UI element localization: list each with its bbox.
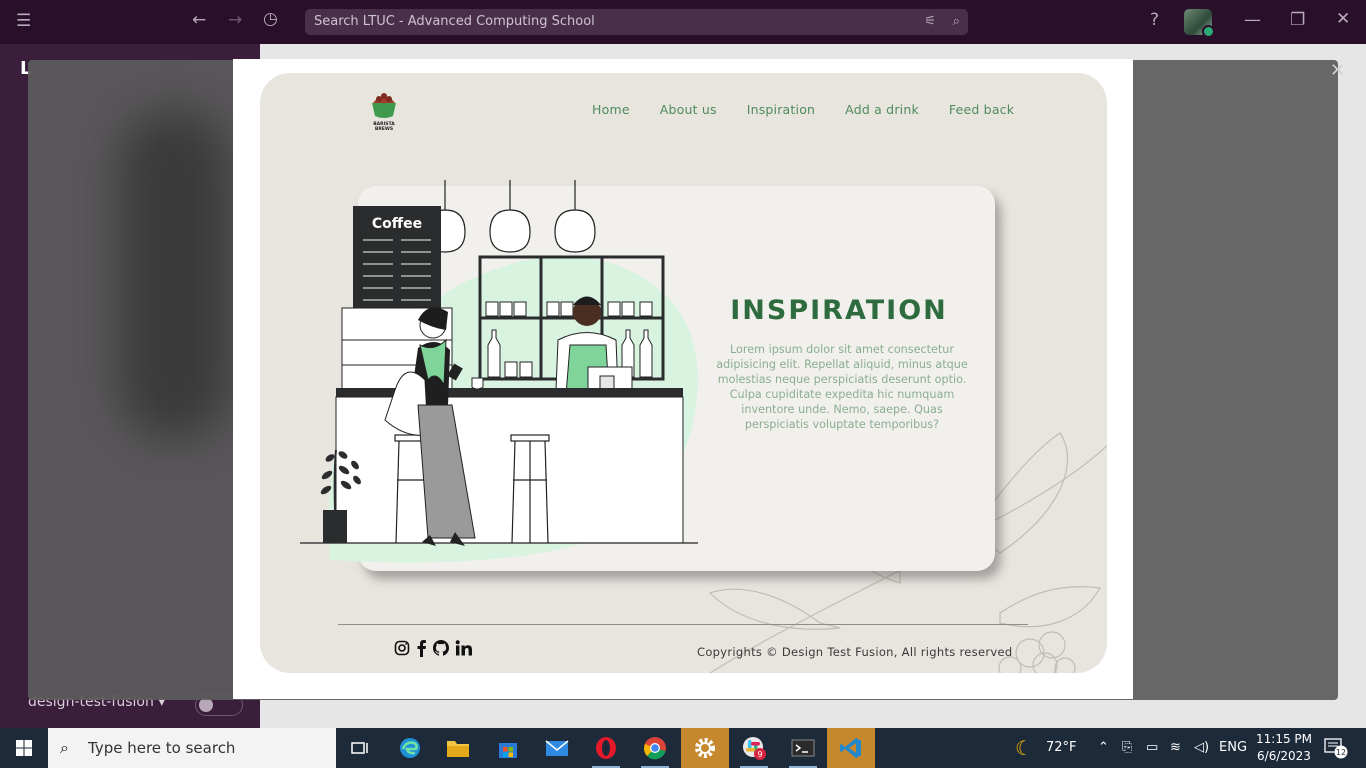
brand-logo[interactable]: BARISTA BREWS (368, 87, 400, 133)
menu-board-title: Coffee (372, 216, 422, 232)
taskbar: ⌕ Type here to search 9 ☾ 72°F ⌃ ⎘ ▭ ≋ ◁… (0, 728, 1366, 768)
clock-time: 11:15 PM (1256, 732, 1312, 746)
blurred-content (120, 110, 230, 440)
weather-temp[interactable]: 72°F (1046, 728, 1077, 768)
nav-feed-back[interactable]: Feed back (949, 102, 1014, 117)
taskbar-search-placeholder: Type here to search (88, 739, 236, 757)
clock-date: 6/6/2023 (1257, 749, 1311, 763)
close-preview-icon[interactable]: ✕ (1330, 60, 1345, 81)
edge-icon[interactable] (386, 728, 434, 768)
taskbar-search[interactable]: ⌕ Type here to search (48, 728, 336, 768)
search-icon: ⌕ (60, 738, 69, 757)
linkedin-icon[interactable] (455, 640, 473, 656)
nav-inspiration[interactable]: Inspiration (747, 102, 815, 117)
opera-icon[interactable] (582, 728, 630, 768)
website-page: BARISTA BREWS Home About us Inspiration … (260, 73, 1107, 673)
vscode-icon[interactable] (827, 728, 875, 768)
section-title: INSPIRATION (730, 295, 948, 326)
github-icon[interactable] (432, 639, 450, 657)
wifi-icon[interactable]: ≋ (1170, 728, 1181, 768)
clock[interactable]: 11:15 PM 6/6/2023 (1256, 731, 1312, 765)
weather-moon-icon[interactable]: ☾ (1015, 728, 1033, 768)
cafe-illustration: Coffee (300, 180, 698, 563)
back-arrow-icon[interactable]: ← (192, 12, 206, 29)
svg-text:BREWS: BREWS (375, 126, 393, 132)
settings-icon[interactable] (681, 728, 729, 768)
minimize-icon[interactable]: — (1244, 12, 1261, 29)
nav-add-a-drink[interactable]: Add a drink (845, 102, 919, 117)
copyright-text: Copyrights © Design Test Fusion, All rig… (697, 645, 1013, 659)
nav-about-us[interactable]: About us (660, 102, 717, 117)
task-view-icon[interactable] (336, 728, 384, 768)
nav-home[interactable]: Home (592, 102, 630, 117)
menu-icon[interactable]: ☰ (16, 13, 31, 30)
windows-start-icon[interactable] (0, 728, 48, 768)
search-input[interactable]: Search LTUC - Advanced Computing School … (305, 9, 968, 35)
forward-arrow-icon[interactable]: → (228, 12, 242, 29)
search-placeholder: Search LTUC - Advanced Computing School (314, 14, 595, 29)
file-explorer-icon[interactable] (434, 728, 482, 768)
restore-icon[interactable]: ❐ (1290, 12, 1305, 29)
instagram-icon[interactable] (394, 640, 410, 656)
volume-icon[interactable]: ◁) (1194, 728, 1209, 768)
battery-icon[interactable]: ▭ (1146, 728, 1158, 768)
chrome-icon[interactable] (631, 728, 679, 768)
language-indicator[interactable]: ENG (1219, 728, 1247, 768)
facebook-icon[interactable] (415, 639, 427, 657)
help-icon[interactable]: ? (1150, 12, 1159, 29)
terminal-icon[interactable] (779, 728, 827, 768)
slack-icon[interactable]: 9 (730, 728, 778, 768)
site-nav: Home About us Inspiration Add a drink Fe… (592, 102, 1044, 117)
section-body: Lorem ipsum dolor sit amet consectetur a… (716, 343, 968, 431)
footer-divider (338, 624, 1028, 625)
slack-badge: 9 (757, 750, 762, 759)
notification-center-icon[interactable]: 12 (1324, 737, 1348, 759)
store-icon[interactable] (484, 728, 532, 768)
search-icon[interactable]: ⌕ (953, 9, 960, 35)
mail-icon[interactable] (533, 728, 581, 768)
title-bar: ☰ ← → ◷ Search LTUC - Advanced Computing… (0, 0, 1366, 44)
image-preview: BARISTA BREWS Home About us Inspiration … (233, 59, 1133, 699)
close-window-icon[interactable]: ✕ (1336, 11, 1350, 28)
usb-icon[interactable]: ⎘ (1122, 728, 1132, 768)
social-links (394, 639, 473, 657)
history-icon[interactable]: ◷ (263, 11, 278, 28)
notification-count: 12 (1336, 748, 1346, 757)
avatar[interactable] (1184, 9, 1215, 38)
filter-icon[interactable]: ⚟ (924, 9, 936, 35)
show-hidden-icons-icon[interactable]: ⌃ (1098, 728, 1109, 768)
